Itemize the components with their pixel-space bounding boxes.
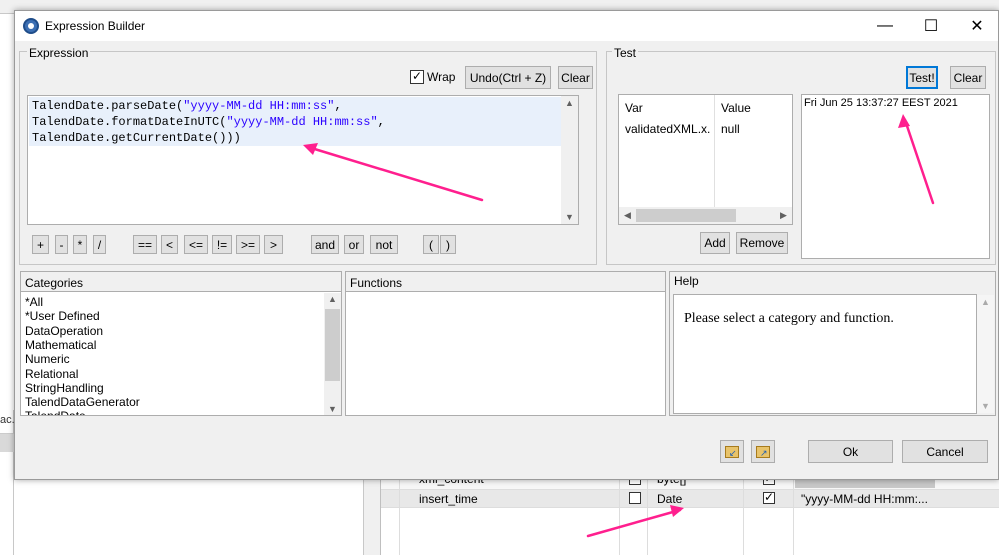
annotation-arrow: [586, 508, 682, 538]
annotation-overlay: [303, 114, 935, 538]
annotation-arrowhead: [898, 114, 910, 128]
annotation-arrow: [306, 145, 484, 202]
annotation-arrow: [903, 118, 935, 205]
annotation-arrowhead: [670, 505, 684, 517]
